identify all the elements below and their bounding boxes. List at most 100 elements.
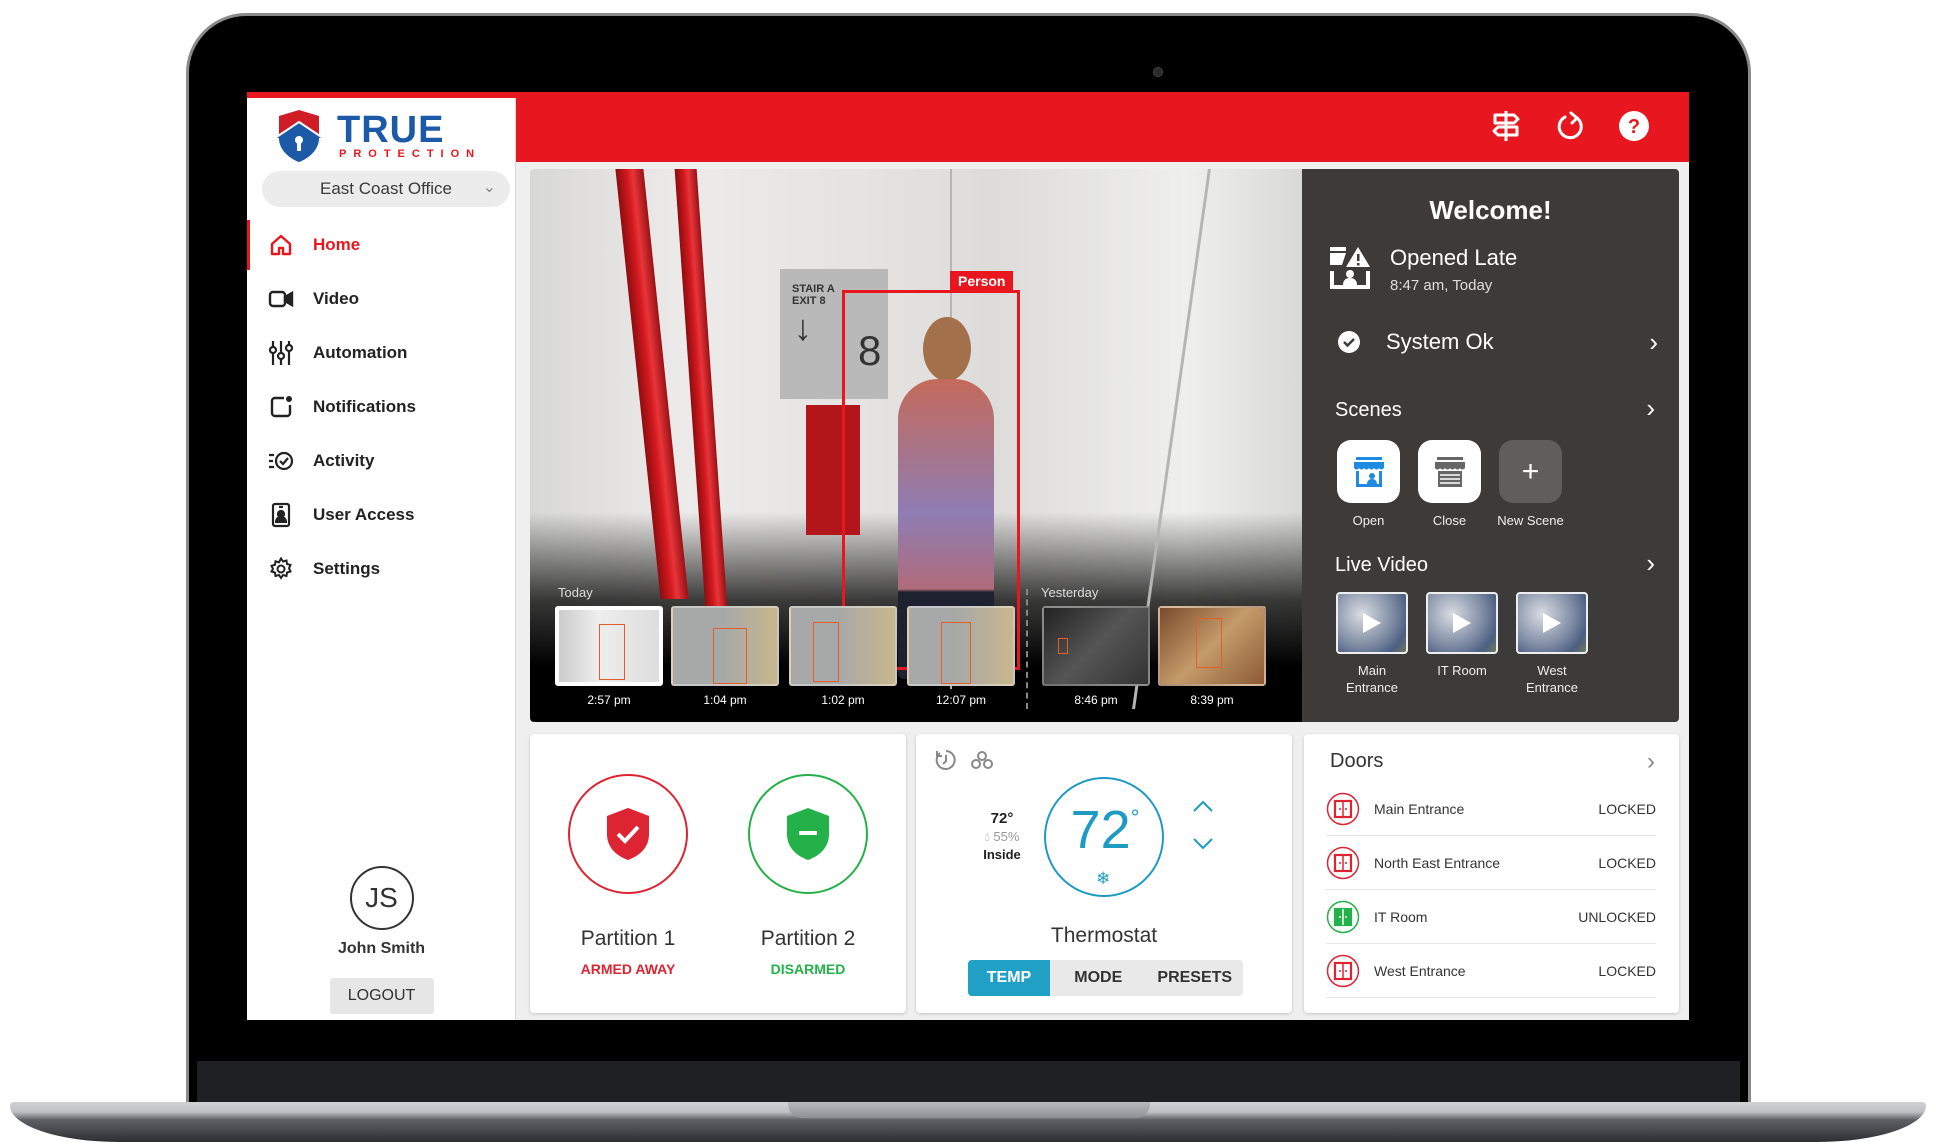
inside-readings: 72° 💧︎ 55% Inside <box>972 810 1032 864</box>
welcome-panel: Welcome! Opened Late 8:47 am, Today Syst… <box>1302 169 1679 722</box>
inside-humidity: 55% <box>993 829 1020 844</box>
door-name: West Entrance <box>1374 962 1466 979</box>
door-row[interactable]: IT Room UNLOCKED <box>1326 890 1656 944</box>
live-video-title: Live Video <box>1335 554 1429 576</box>
detection-label: Person <box>950 271 1014 292</box>
clip-time: 12:07 pm <box>935 693 987 707</box>
door-name: IT Room <box>1374 908 1428 925</box>
live-camera-main-entrance[interactable]: Main Entrance <box>1336 592 1408 696</box>
brand-name: TRUE <box>337 109 445 151</box>
site-selector-value: East Coast Office <box>320 179 452 198</box>
partition-state: DISARMED <box>770 961 846 977</box>
sidebar-item-label: Video <box>313 289 359 308</box>
plus-icon: + <box>1499 440 1562 503</box>
clip-time: 1:04 pm <box>703 693 747 707</box>
clip-thumbnail[interactable] <box>555 606 663 686</box>
door-row[interactable]: Main Entrance LOCKED <box>1326 782 1656 836</box>
avatar[interactable]: JS <box>349 866 414 930</box>
welcome-title: Welcome! <box>1429 195 1552 225</box>
scene-open[interactable]: Open <box>1337 440 1400 528</box>
site-selector[interactable]: East Coast Office ⌄ <box>262 171 510 207</box>
sidebar-item-label: Notifications <box>313 397 416 416</box>
clip-thumbnail[interactable] <box>1042 606 1150 686</box>
clip-thumbnail[interactable] <box>671 606 779 686</box>
system-status-row[interactable]: System Ok › <box>1338 326 1658 357</box>
scenes-title: Scenes <box>1335 399 1402 421</box>
door-name: North East Entrance <box>1374 854 1501 871</box>
tab-temp[interactable]: TEMP <box>968 960 1050 996</box>
scene-label: New Scene <box>1497 513 1564 528</box>
live-camera-label: IT Room <box>1437 663 1487 678</box>
snowflake-icon: ❄ <box>1096 869 1111 888</box>
door-state: LOCKED <box>1598 962 1656 979</box>
home-icon <box>267 231 295 259</box>
sidebar-item-activity[interactable]: Activity <box>247 434 516 488</box>
tab-mode[interactable]: MODE <box>1050 960 1147 996</box>
help-icon[interactable]: ? <box>1617 108 1651 144</box>
partition-name: Partition 2 <box>760 927 856 950</box>
clip-thumbnail[interactable] <box>789 606 897 686</box>
notification-icon <box>267 393 295 421</box>
logout-button[interactable]: LOGOUT <box>329 978 434 1014</box>
live-video-header[interactable]: Live Video › <box>1335 548 1655 578</box>
partition-1[interactable]: Partition 1 ARMED AWAY <box>568 774 688 977</box>
gear-icon <box>267 555 295 583</box>
scene-close[interactable]: Close <box>1418 440 1481 528</box>
chevron-down-icon: ⌄ <box>482 179 496 196</box>
clip-time: 2:57 pm <box>587 693 631 707</box>
humidity-drop-icon: 💧︎ <box>984 829 990 844</box>
play-icon <box>1363 613 1381 633</box>
door-name: Main Entrance <box>1374 800 1465 817</box>
thermostat-dial[interactable]: 72° ❄ <box>1044 777 1164 897</box>
door-state: UNLOCKED <box>1578 908 1656 925</box>
tab-presets[interactable]: PRESETS <box>1147 960 1244 996</box>
user-profile: JS John Smith LOGOUT <box>247 866 516 1014</box>
day-divider <box>1026 589 1028 709</box>
door-row[interactable]: West Entrance LOCKED <box>1326 944 1656 998</box>
inside-label: Inside <box>983 847 1021 862</box>
badge-icon <box>267 501 295 529</box>
sidebar-item-user-access[interactable]: User Access <box>247 488 516 542</box>
temp-down-button[interactable] <box>1190 834 1216 854</box>
door-row[interactable]: North East Entrance LOCKED <box>1326 836 1656 890</box>
partition-2[interactable]: Partition 2 DISARMED <box>748 774 868 977</box>
sidebar-item-label: User Access <box>313 505 415 524</box>
sidebar-item-label: Home <box>313 235 361 254</box>
scenes-list: Open Close + New Scene <box>1337 440 1564 528</box>
activity-icon <box>267 447 295 475</box>
clip-thumbnail[interactable] <box>1158 606 1266 686</box>
live-camera-west-entrance[interactable]: West Entrance <box>1516 592 1588 696</box>
setpoint-value: 72 <box>1070 800 1131 860</box>
scenes-header[interactable]: Scenes › <box>1335 393 1655 423</box>
chevron-right-icon[interactable]: › <box>1647 748 1655 776</box>
signpost-icon[interactable] <box>1489 108 1523 144</box>
schedule-icon[interactable] <box>934 748 958 777</box>
temp-up-button[interactable] <box>1190 796 1216 816</box>
sidebar-item-video[interactable]: Video <box>247 272 516 326</box>
brand-tagline: PROTECTION <box>339 148 482 160</box>
sidebar-item-home[interactable]: Home <box>247 218 516 272</box>
fan-icon[interactable] <box>970 748 994 777</box>
partition-name: Partition 1 <box>580 927 676 950</box>
chevron-down-icon <box>1193 838 1213 850</box>
event-opened-late[interactable]: Opened Late 8:47 am, Today <box>1328 245 1517 294</box>
storefront-open-icon <box>1353 456 1384 487</box>
door-icon <box>1326 792 1360 825</box>
chevron-right-icon: › <box>1649 326 1658 357</box>
play-icon <box>1543 613 1561 633</box>
sidebar-item-automation[interactable]: Automation <box>247 326 516 380</box>
live-camera-it-room[interactable]: IT Room <box>1426 592 1498 696</box>
sidebar-item-notifications[interactable]: Notifications <box>247 380 516 434</box>
live-video-list: Main Entrance IT Room West Entrance <box>1336 592 1588 696</box>
clip-thumbnail[interactable] <box>907 606 1015 686</box>
scene-new[interactable]: + New Scene <box>1497 440 1564 528</box>
clip-time: 8:46 pm <box>1074 693 1118 707</box>
sidebar-item-label: Settings <box>313 559 381 578</box>
refresh-icon[interactable] <box>1553 108 1587 144</box>
sidebar-item-settings[interactable]: Settings <box>247 542 516 596</box>
clip-time: 1:02 pm <box>821 693 865 707</box>
scene-label: Close <box>1432 513 1467 528</box>
shield-house-logo-icon <box>274 110 324 162</box>
webcam <box>1153 67 1163 77</box>
camera-feed[interactable]: STAIR A EXIT 8 ↓ 8 Person Today Yesterday… <box>530 169 1302 722</box>
